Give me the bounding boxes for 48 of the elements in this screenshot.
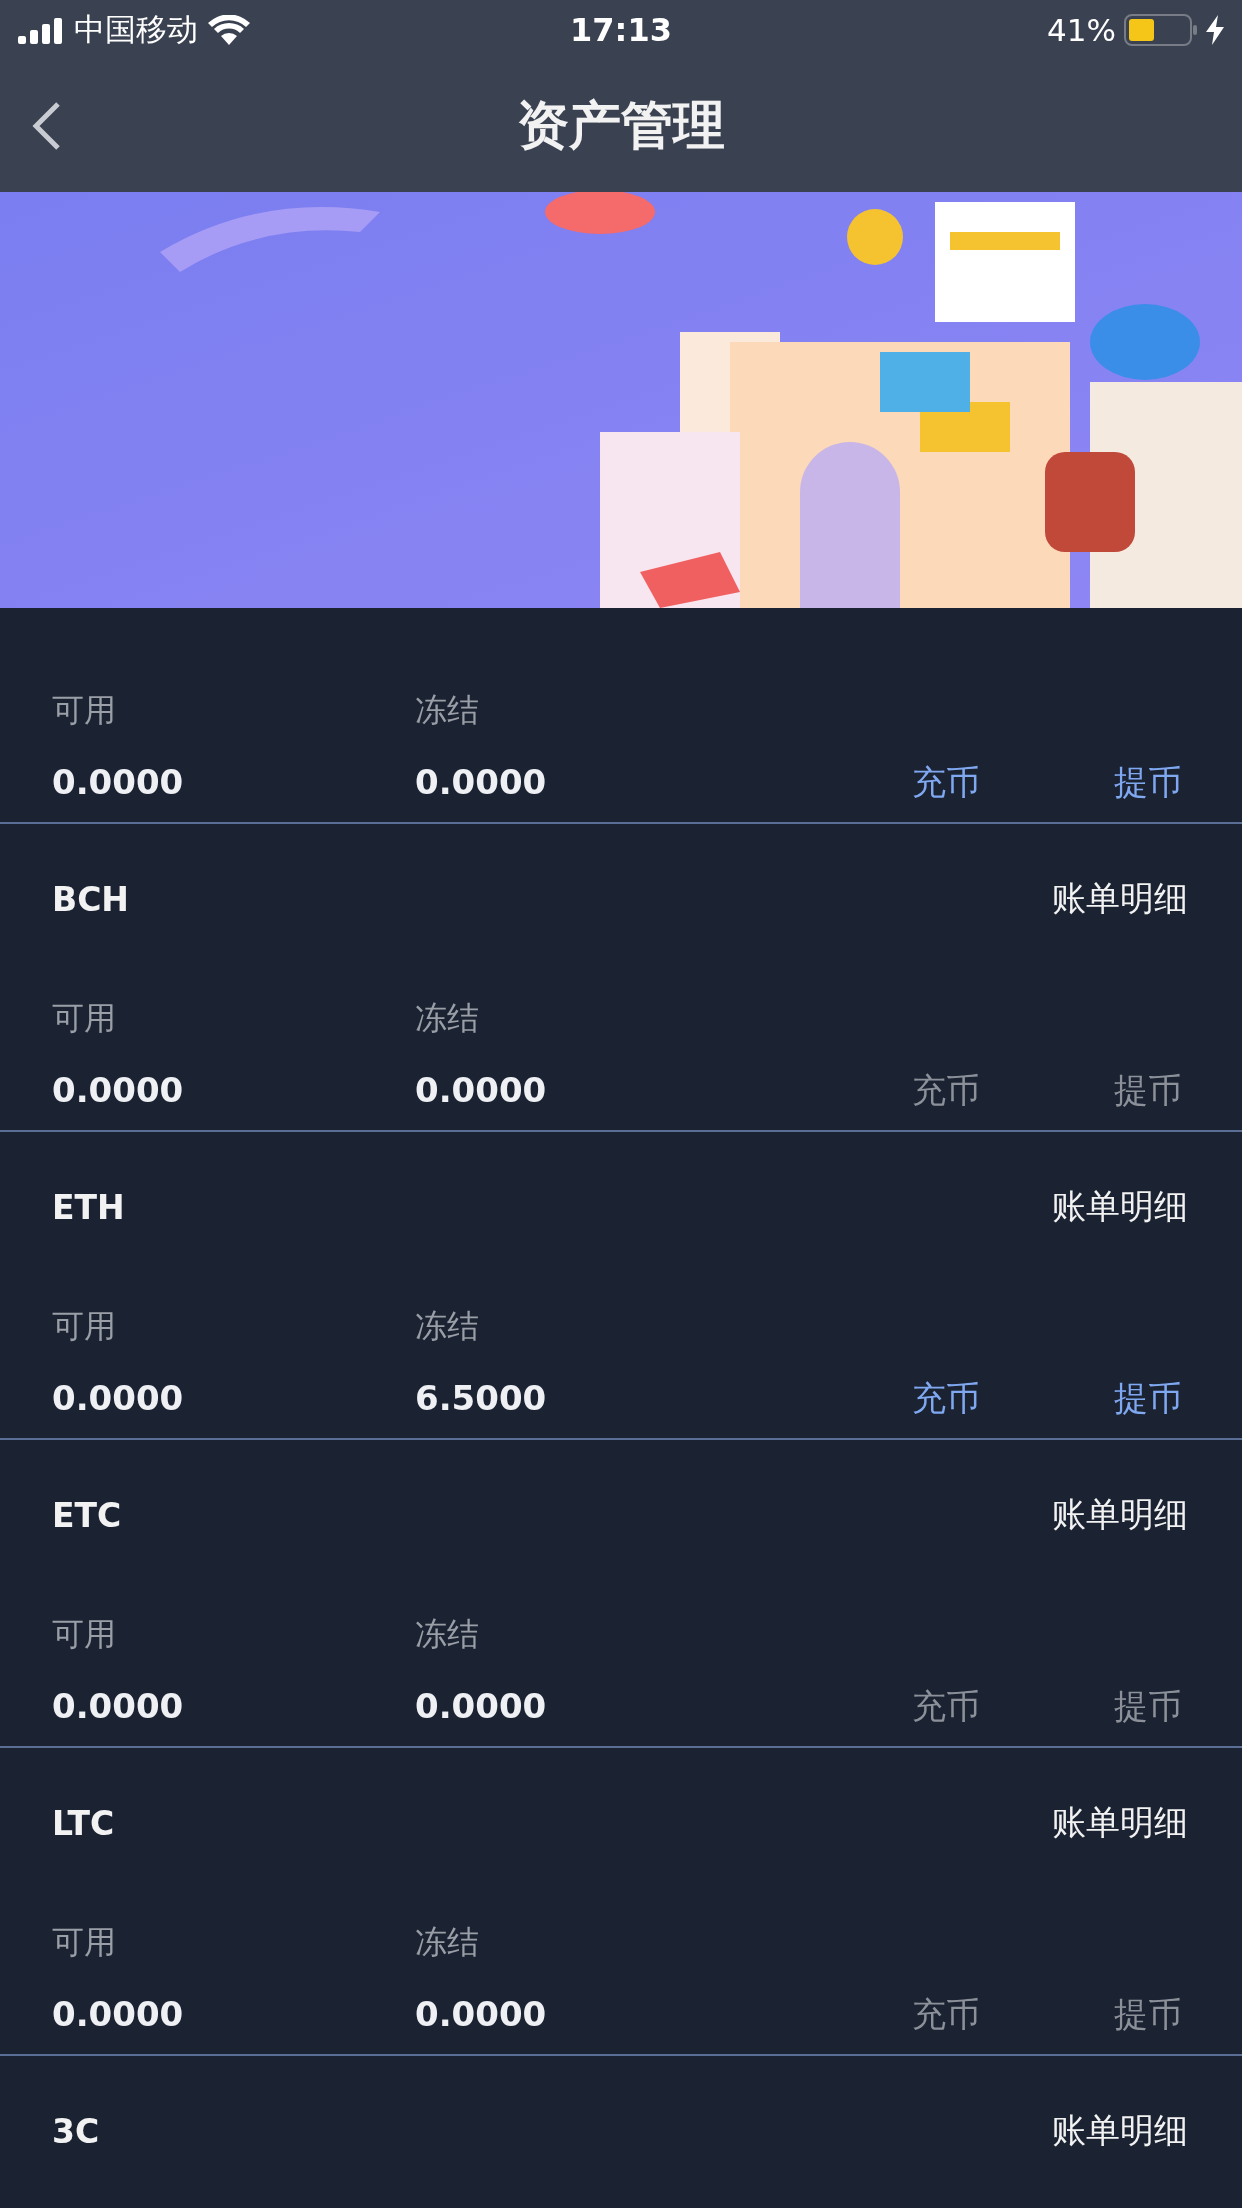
withdraw-link[interactable]: 提币 (1114, 758, 1182, 806)
deposit-link[interactable]: 充币 (912, 1990, 980, 2038)
available-amount: 0.0000 (52, 1685, 185, 1728)
frozen-label: 冻结 (415, 1306, 480, 1347)
frozen-label: 冻结 (415, 690, 480, 731)
withdraw-link[interactable]: 提币 (1114, 1682, 1182, 1730)
coin-name: LTC (52, 1803, 115, 1843)
coin-name: 3C (52, 2111, 100, 2151)
available-label: 可用 (52, 1306, 117, 1347)
bill-details-link[interactable]: 账单明细 (1052, 1800, 1188, 1846)
bill-details-link[interactable]: 账单明细 (1052, 876, 1188, 922)
wifi-icon (208, 15, 250, 45)
coin-name: ETH (52, 1187, 125, 1227)
frozen-amount: 6.5000 (415, 1377, 548, 1420)
available-label: 可用 (52, 1922, 117, 1963)
frozen-label: 冻结 (415, 998, 480, 1039)
bill-details-link[interactable]: 账单明细 (1052, 1184, 1188, 1230)
page-title: 资产管理 (517, 94, 725, 157)
available-amount: 0.0000 (52, 1993, 185, 2036)
frozen-amount: 0.0000 (415, 1993, 548, 2036)
deposit-link[interactable]: 充币 (912, 1374, 980, 1422)
battery-percent: 41% (1047, 12, 1116, 48)
available-amount: 0.0000 (52, 1377, 185, 1420)
available-amount: 0.0000 (52, 761, 185, 804)
bill-details-link[interactable]: 账单明细 (1052, 2108, 1188, 2154)
withdraw-link[interactable]: 提币 (1114, 1066, 1182, 1114)
coin-name: BCH (52, 879, 129, 919)
clock-time: 17:13 (570, 11, 672, 49)
carrier-name: 中国移动 (74, 10, 198, 49)
charging-icon (1206, 15, 1224, 45)
frozen-amount: 0.0000 (415, 1685, 548, 1728)
available-label: 可用 (52, 690, 117, 731)
deposit-link[interactable]: 充币 (912, 1682, 980, 1730)
withdraw-link[interactable]: 提币 (1114, 1990, 1182, 2038)
available-label: 可用 (52, 998, 117, 1039)
frozen-amount: 0.0000 (415, 761, 548, 804)
coin-name: ETC (52, 1495, 122, 1535)
frozen-amount: 0.0000 (415, 1069, 548, 1112)
available-label: 可用 (52, 1614, 117, 1655)
frozen-label: 冻结 (415, 1922, 480, 1963)
bill-details-link[interactable]: 账单明细 (1052, 1492, 1188, 1538)
signal-icon (18, 16, 64, 44)
deposit-link[interactable]: 充币 (912, 1066, 980, 1114)
frozen-label: 冻结 (415, 1614, 480, 1655)
battery-icon (1124, 14, 1198, 46)
available-amount: 0.0000 (52, 1069, 185, 1112)
deposit-link[interactable]: 充币 (912, 758, 980, 806)
withdraw-link[interactable]: 提币 (1114, 1374, 1182, 1422)
